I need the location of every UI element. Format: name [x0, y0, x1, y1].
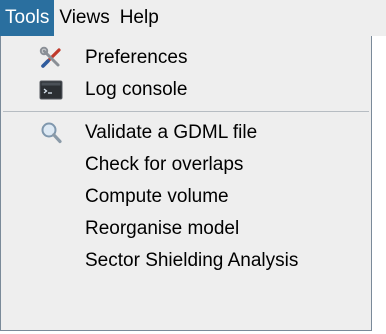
magnifier-icon — [39, 121, 63, 145]
menu-item-validate-gdml[interactable]: Validate a GDML file — [1, 117, 371, 149]
menu-item-label: Validate a GDML file — [85, 122, 258, 143]
terminal-icon — [39, 78, 63, 102]
menu-item-log-console[interactable]: Log console — [1, 74, 371, 106]
menu-item-label: Sector Shielding Analysis — [85, 250, 299, 271]
menu-item-label: Log console — [85, 79, 188, 100]
menu-item-label: Reorganise model — [85, 218, 240, 239]
menu-help[interactable]: Help — [115, 0, 164, 36]
menu-item-check-overlaps[interactable]: Check for overlaps — [1, 149, 371, 181]
menu-item-label: Compute volume — [85, 186, 229, 207]
menu-item-preferences[interactable]: Preferences — [1, 42, 371, 74]
menu-item-sector-shielding[interactable]: Sector Shielding Analysis — [1, 245, 371, 277]
tools-icon — [39, 46, 63, 70]
menu-bar: Tools Views Help — [0, 0, 386, 36]
menu-item-label: Check for overlaps — [85, 154, 244, 175]
menu-views[interactable]: Views — [54, 0, 114, 36]
menu-item-label: Preferences — [85, 47, 188, 68]
menu-item-compute-volume[interactable]: Compute volume — [1, 181, 371, 213]
tools-dropdown-menu: Preferences Log console Validate a GDML … — [0, 36, 372, 331]
menu-item-reorganise-model[interactable]: Reorganise model — [1, 213, 371, 245]
menu-separator — [3, 111, 369, 112]
menu-tools[interactable]: Tools — [0, 0, 55, 36]
